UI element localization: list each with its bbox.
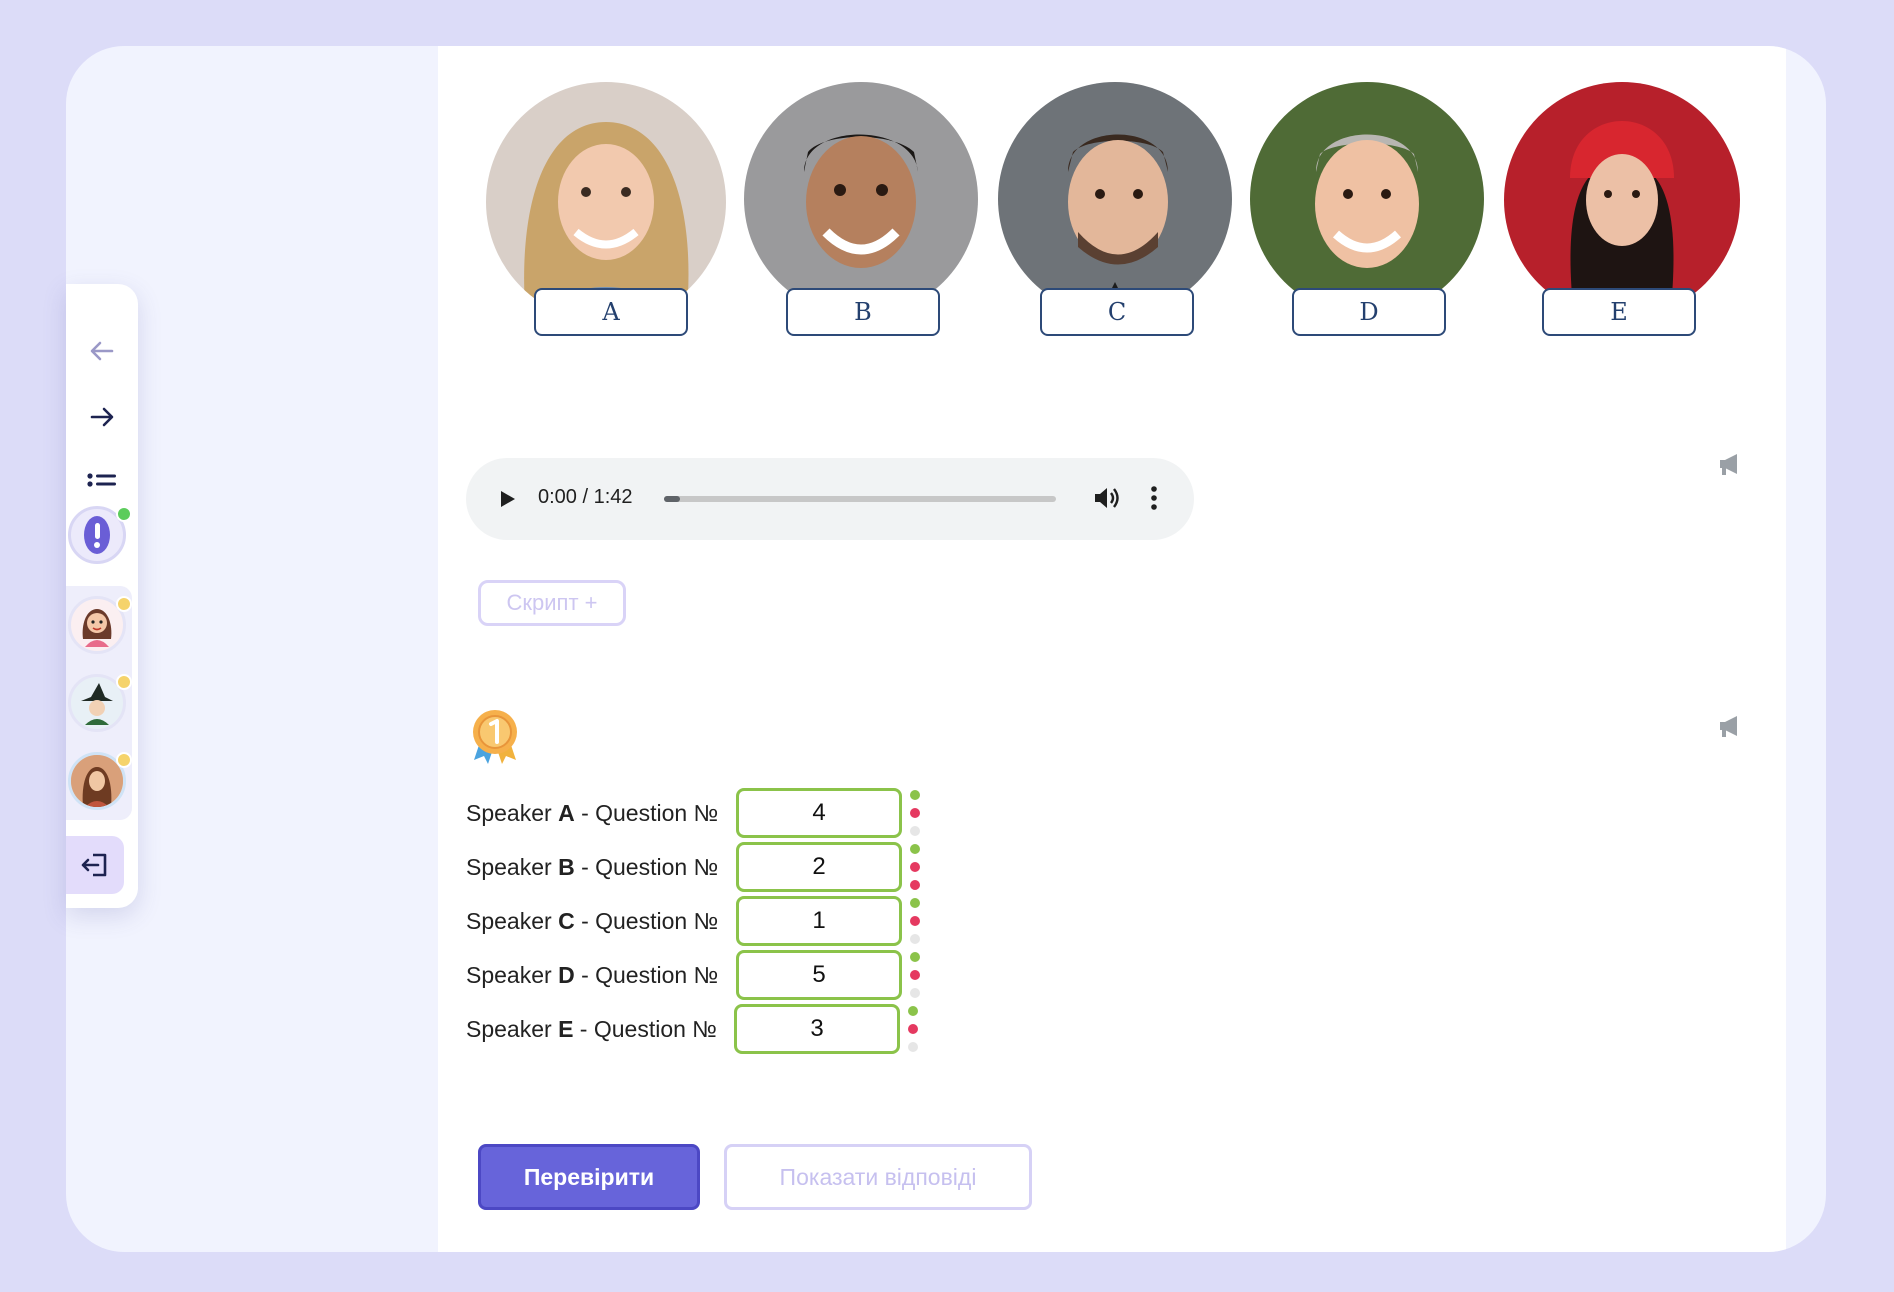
megaphone-icon[interactable] xyxy=(1716,450,1744,478)
speaker-label-e: E xyxy=(1542,288,1696,336)
answer-indicator xyxy=(910,898,920,948)
speaker-photo-e xyxy=(1504,82,1740,318)
exit-icon xyxy=(81,853,107,877)
answer-input-c[interactable] xyxy=(736,896,902,946)
check-button[interactable]: Перевірити xyxy=(478,1144,700,1210)
exit-button[interactable] xyxy=(66,836,124,894)
question-label: Speaker B - Question № xyxy=(466,854,719,880)
answer-indicator xyxy=(908,1006,918,1056)
speaker-card-a: A xyxy=(486,82,726,336)
answer-indicator xyxy=(910,790,920,840)
question-row-c: Speaker C - Question № xyxy=(466,896,926,946)
avatar-woman-photo-icon xyxy=(71,755,123,807)
question-row-e: Speaker E - Question № xyxy=(466,1004,926,1054)
speaker-label-c: C xyxy=(1040,288,1194,336)
audio-progress-bar[interactable] xyxy=(664,496,1056,502)
audio-player: 0:00 / 1:42 xyxy=(466,458,1194,540)
megaphone-icon[interactable] xyxy=(1716,712,1744,740)
arrow-left-icon xyxy=(90,341,114,361)
speaker-photo-b xyxy=(744,82,978,316)
back-button[interactable] xyxy=(66,326,138,376)
answer-indicator xyxy=(910,952,920,1002)
question-label: Speaker C - Question № xyxy=(466,908,719,934)
question-label: Speaker D - Question № xyxy=(466,962,719,988)
more-options-icon[interactable] xyxy=(1148,484,1160,512)
list-button[interactable] xyxy=(66,458,138,508)
volume-icon[interactable] xyxy=(1092,484,1120,512)
arrow-right-icon xyxy=(90,407,114,427)
answer-input-a[interactable] xyxy=(736,788,902,838)
answer-input-e[interactable] xyxy=(734,1004,900,1054)
speaker-card-b: B xyxy=(744,82,978,336)
question-row-b: Speaker B - Question № xyxy=(466,842,926,892)
speaker-photo-c xyxy=(998,82,1232,316)
audio-progress-fill xyxy=(664,496,680,502)
answer-input-b[interactable] xyxy=(736,842,902,892)
participant-avatar-2[interactable] xyxy=(68,674,132,732)
list-icon xyxy=(87,473,116,487)
question-row-d: Speaker D - Question № xyxy=(466,950,926,1000)
speaker-photo-a xyxy=(486,82,726,322)
online-status-dot xyxy=(116,506,132,522)
speaker-label-d: D xyxy=(1292,288,1446,336)
speaker-card-e: E xyxy=(1504,82,1740,336)
question-label: Speaker A - Question № xyxy=(466,800,719,826)
sidebar xyxy=(66,284,138,908)
answer-indicator xyxy=(910,844,920,894)
away-status-dot xyxy=(116,674,132,690)
app-logo-avatar[interactable] xyxy=(68,506,132,564)
away-status-dot xyxy=(116,752,132,768)
avatar-girl-icon xyxy=(82,609,112,647)
script-button[interactable]: Скрипт + xyxy=(478,580,626,626)
question-label: Speaker E - Question № xyxy=(466,1016,717,1042)
logo-icon xyxy=(84,516,110,554)
audio-time: 0:00 / 1:42 xyxy=(538,486,633,508)
participant-avatar-1[interactable] xyxy=(68,596,132,654)
question-row-a: Speaker A - Question № xyxy=(466,788,926,838)
medal-icon xyxy=(473,710,517,764)
forward-button[interactable] xyxy=(66,392,138,442)
speaker-card-d: D xyxy=(1250,82,1484,336)
speaker-photo-d xyxy=(1250,82,1484,316)
show-answers-button[interactable]: Показати відповіді xyxy=(724,1144,1032,1210)
avatar-witch-icon xyxy=(81,683,113,725)
answer-input-d[interactable] xyxy=(736,950,902,1000)
participant-avatar-3[interactable] xyxy=(68,752,132,810)
speaker-label-a: A xyxy=(534,288,688,336)
speaker-card-c: C xyxy=(998,82,1232,336)
play-icon[interactable] xyxy=(496,488,518,510)
away-status-dot xyxy=(116,596,132,612)
speaker-label-b: B xyxy=(786,288,940,336)
